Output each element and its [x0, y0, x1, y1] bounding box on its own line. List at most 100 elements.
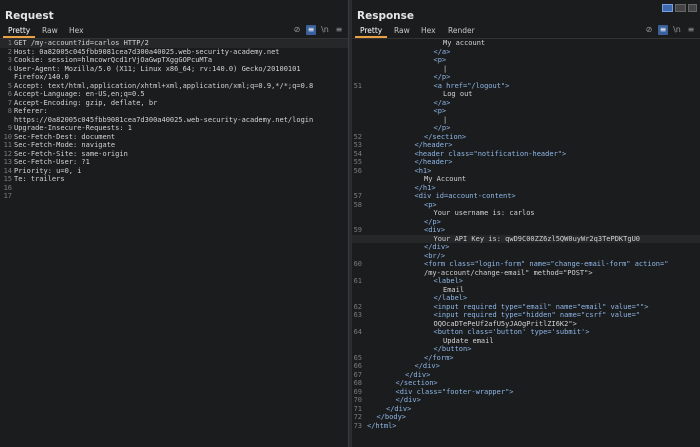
response-line: OQOcaDTePeUf2afU5yJAOgPritlZI6K2"> [352, 320, 700, 329]
request-line: 16 [0, 184, 348, 193]
line-number: 3 [7, 56, 12, 64]
response-line: </p> [352, 218, 700, 227]
request-line-text: Sec-Fetch-Site: same-origin [14, 149, 128, 158]
request-line: 13 Sec-Fetch-User: ?1 [0, 158, 348, 167]
response-tab-render[interactable]: Render [443, 25, 480, 38]
response-line-text: <h1> [414, 166, 432, 175]
response-line-text: </a> [433, 98, 451, 107]
line-number: 4 [7, 64, 12, 73]
response-line: 70 </div> [352, 396, 700, 405]
response-line-text: <a href="/logout"> [433, 81, 510, 90]
newline-icon[interactable]: \n [320, 25, 330, 35]
line-number: 66 [353, 362, 362, 370]
response-line-text: </div> [395, 396, 421, 404]
request-editor[interactable]: 1 GET /my-account?id=carlos HTTP/2 2 Host: … [0, 39, 348, 447]
response-line: 63 <input required type="hidden" name="cs… [352, 311, 700, 320]
response-line-text: </label> [433, 294, 468, 302]
line-number: 64 [353, 328, 362, 336]
response-line-text: My Account [424, 175, 467, 183]
line-number: 54 [353, 149, 362, 158]
request-line: 2 Host: 0a82005c045fbb9081cea7d300a40025.… [0, 48, 348, 57]
line-number: 14 [3, 166, 12, 175]
response-line: 55 </header> [352, 158, 700, 167]
wrap-icon[interactable]: ≡ [306, 25, 316, 35]
newline-icon[interactable]: \n [672, 25, 682, 35]
response-line: Your username is: carlos [352, 209, 700, 218]
menu-icon[interactable]: ≡ [334, 25, 344, 35]
response-tab-hex[interactable]: Hex [416, 25, 441, 38]
line-number: 65 [353, 353, 362, 362]
response-line: 72 </body> [352, 413, 700, 422]
wrap-icon[interactable]: ≡ [658, 25, 668, 35]
request-line-text: User-Agent: Mozilla/5.0 (X11; Linux x86_… [14, 64, 301, 73]
response-line: 53 </header> [352, 141, 700, 150]
request-line: 1 GET /my-account?id=carlos HTTP/2 [0, 39, 348, 48]
response-line: <p> [352, 56, 700, 65]
line-number: 59 [353, 226, 362, 234]
request-line-text: Sec-Fetch-Mode: navigate [14, 141, 116, 149]
request-line: 6 Accept-Language: en-US,en;q=0.5 [0, 90, 348, 99]
response-line-text: </body> [376, 413, 407, 421]
line-number: 15 [3, 175, 12, 183]
response-line-text: My account [443, 39, 486, 47]
response-line: 69 <div class="footer-wrapper"> [352, 388, 700, 397]
response-tab-raw[interactable]: Raw [389, 25, 415, 38]
response-line: </a> [352, 48, 700, 57]
response-line: </p> [352, 73, 700, 82]
line-number: 13 [3, 158, 12, 166]
line-number: 6 [7, 90, 12, 98]
response-tab-pretty[interactable]: Pretty [355, 25, 388, 38]
line-number: 58 [353, 200, 362, 209]
line-number: 10 [3, 132, 12, 141]
request-line-text: Priority: u=0, i [14, 166, 82, 175]
response-line: My Account [352, 175, 700, 184]
request-tab-raw[interactable]: Raw [37, 25, 63, 38]
response-line-text: <label> [433, 277, 464, 285]
line-number: 51 [353, 81, 362, 90]
response-editor[interactable]: My account </a> <p> | </p> 51 <a href="/logout… [352, 39, 700, 447]
response-line: /my-account/change-email" method="POST"> [352, 269, 700, 278]
request-line: https://0a82005c045fbb9081cea7d300a40025… [0, 116, 348, 125]
response-line: 56 <h1> [352, 167, 700, 176]
response-line: </h1> [352, 184, 700, 193]
response-line-text: OQOcaDTePeUf2afU5yJAOgPritlZI6K2"> [433, 319, 577, 328]
response-line-text: <button class='button' type='submit'> [433, 328, 590, 336]
menu-icon[interactable]: ≡ [686, 25, 696, 35]
response-line: 57 <div id=account-content> [352, 192, 700, 201]
line-number: 1 [7, 39, 12, 47]
line-number: 62 [353, 302, 362, 311]
line-number: 9 [7, 124, 12, 132]
response-line: </label> [352, 294, 700, 303]
eye-slash-icon[interactable]: ⊘ [292, 25, 302, 35]
line-number: 52 [353, 132, 362, 141]
line-number: 57 [353, 192, 362, 200]
request-line-text: Cookie: session=hlmcowrQcd1rVjOaGwpTXggG… [14, 56, 213, 64]
response-line: 68 </section> [352, 379, 700, 388]
line-number: 7 [7, 98, 12, 107]
response-line-text: </p> [433, 73, 451, 81]
response-line-text: <br/> [424, 251, 446, 260]
response-line: 66 </div> [352, 362, 700, 371]
request-tab-pretty[interactable]: Pretty [3, 25, 36, 38]
request-line: 7 Accept-Encoding: gzip, deflate, br [0, 99, 348, 108]
response-line: | [352, 65, 700, 74]
request-line: 15 Te: trailers [0, 175, 348, 184]
request-tab-hex[interactable]: Hex [64, 25, 89, 38]
response-line-text: </button> [433, 345, 472, 353]
eye-slash-icon[interactable]: ⊘ [644, 25, 654, 35]
response-line-text: <input required type="hidden" name="csrf… [433, 311, 641, 319]
response-line-text: </h1> [414, 183, 436, 192]
line-number: 72 [353, 413, 362, 421]
response-line-text: <p> [433, 107, 447, 115]
response-line: 64 <button class='button' type='submit'> [352, 328, 700, 337]
response-line: 58 <p> [352, 201, 700, 210]
request-line-text: GET /my-account?id=carlos HTTP/2 [14, 39, 149, 47]
response-line-text: <div class="footer-wrapper"> [395, 387, 514, 396]
response-line: </p> [352, 124, 700, 133]
response-line: 67 </div> [352, 371, 700, 380]
request-line: Firefox/140.0 [0, 73, 348, 82]
request-line: 17 [0, 192, 348, 201]
response-line-text: <p> [433, 56, 447, 64]
response-line-text: | [443, 115, 448, 124]
request-line-text: Referer: [14, 107, 48, 115]
